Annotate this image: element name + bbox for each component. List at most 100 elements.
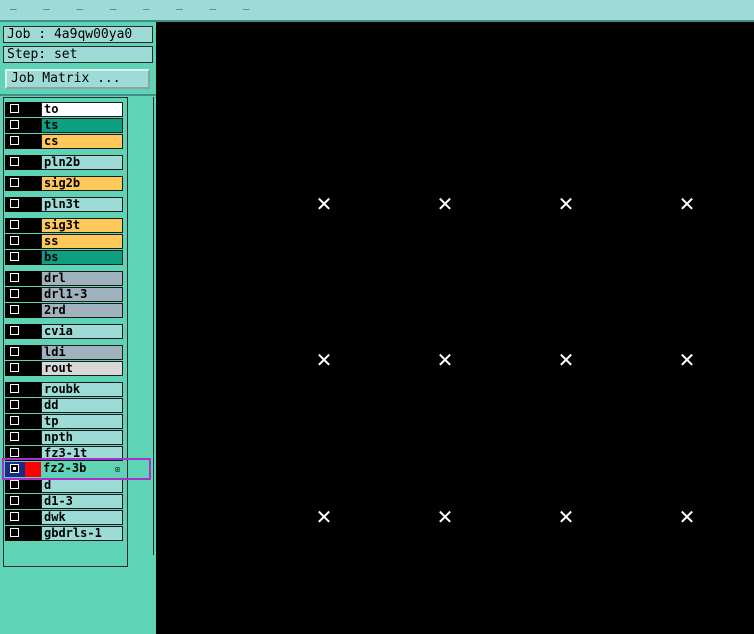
layer-visibility-checkbox[interactable] (10, 236, 19, 245)
layer-name-label[interactable]: d (41, 478, 123, 493)
layer-visibility-checkbox[interactable] (10, 199, 19, 208)
layer-name-label[interactable]: roubk (41, 382, 123, 397)
graphics-canvas[interactable]: ✕ ✕ ✕ ✕ ✕ ✕ ✕ ✕ ✕ ✕ ✕ ✕ (156, 22, 754, 634)
layer-row[interactable]: dwk (5, 510, 123, 525)
layer-row[interactable]: ldi (5, 345, 123, 360)
layer-name-label[interactable]: fz2-3b (41, 462, 123, 477)
layer-name-label[interactable]: gbdrls-1 (41, 526, 123, 541)
layer-row[interactable]: 2rd (5, 303, 123, 318)
layer-color-swatch[interactable] (25, 134, 41, 149)
layer-visibility-checkbox[interactable] (10, 157, 19, 166)
layer-name-label[interactable]: to (41, 102, 123, 117)
layer-row[interactable]: pln3t (5, 197, 123, 212)
layer-row[interactable]: cs (5, 134, 123, 149)
layer-row[interactable]: ss (5, 234, 123, 249)
layer-name-label[interactable]: 2rd (41, 303, 123, 318)
layer-row[interactable]: drl1-3 (5, 287, 123, 302)
layer-visibility-checkbox[interactable] (10, 326, 19, 335)
layer-row[interactable]: pln2b (5, 155, 123, 170)
layer-visibility-checkbox[interactable] (10, 384, 19, 393)
layer-visibility-checkbox[interactable] (10, 496, 19, 505)
layer-visibility-checkbox[interactable] (10, 252, 19, 261)
layer-row[interactable]: fz3-1t (5, 446, 123, 461)
layer-visibility-checkbox[interactable] (10, 363, 19, 372)
layer-name-label[interactable]: npth (41, 430, 123, 445)
layer-color-swatch[interactable] (25, 510, 41, 525)
layer-row[interactable]: cvia (5, 324, 123, 339)
layer-visibility-checkbox[interactable] (10, 273, 19, 282)
layer-color-swatch[interactable] (25, 102, 41, 117)
layer-visibility-checkbox[interactable] (10, 220, 19, 229)
layer-name-label[interactable]: ts (41, 118, 123, 133)
layer-row[interactable]: sig3t (5, 218, 123, 233)
layer-list-scrollbar[interactable] (128, 97, 154, 555)
layer-name-label[interactable]: ss (41, 234, 123, 249)
layer-color-swatch[interactable] (25, 382, 41, 397)
layer-row[interactable]: to (5, 102, 123, 117)
layer-visibility-checkbox[interactable] (10, 464, 19, 473)
layer-color-swatch[interactable] (25, 414, 41, 429)
layer-visibility-checkbox[interactable] (10, 104, 19, 113)
layer-row[interactable]: d1-3 (5, 494, 123, 509)
layer-name-label[interactable]: drl (41, 271, 123, 286)
layer-row[interactable]: roubk (5, 382, 123, 397)
layer-expand-icon[interactable]: ⊞ (115, 466, 120, 474)
layer-visibility-checkbox[interactable] (10, 416, 19, 425)
layer-visibility-checkbox[interactable] (10, 136, 19, 145)
layer-color-swatch[interactable] (25, 446, 41, 461)
layer-name-label[interactable]: cs (41, 134, 123, 149)
layer-row[interactable]: sig2b (5, 176, 123, 191)
layer-row[interactable]: tp (5, 414, 123, 429)
layer-name-label[interactable]: d1-3 (41, 494, 123, 509)
layer-visibility-checkbox[interactable] (10, 305, 19, 314)
layer-name-label[interactable]: cvia (41, 324, 123, 339)
layer-name-label[interactable]: pln2b (41, 155, 123, 170)
layer-name-label[interactable]: sig2b (41, 176, 123, 191)
layer-color-swatch[interactable] (25, 462, 41, 477)
layer-visibility-checkbox[interactable] (10, 120, 19, 129)
layer-color-swatch[interactable] (25, 218, 41, 233)
layer-color-swatch[interactable] (25, 287, 41, 302)
layer-row[interactable]: gbdrls-1 (5, 526, 123, 541)
layer-name-label[interactable]: rout (41, 361, 123, 376)
layer-name-label[interactable]: pln3t (41, 197, 123, 212)
layer-color-swatch[interactable] (25, 398, 41, 413)
layer-visibility-checkbox[interactable] (10, 448, 19, 457)
layer-row[interactable]: npth (5, 430, 123, 445)
layer-visibility-checkbox[interactable] (10, 432, 19, 441)
layer-row[interactable]: ts (5, 118, 123, 133)
layer-name-label[interactable]: bs (41, 250, 123, 265)
layer-name-label[interactable]: fz3-1t (41, 446, 123, 461)
layer-color-swatch[interactable] (25, 234, 41, 249)
layer-color-swatch[interactable] (25, 478, 41, 493)
layer-color-swatch[interactable] (25, 494, 41, 509)
layer-name-label[interactable]: ldi (41, 345, 123, 360)
layer-color-swatch[interactable] (25, 271, 41, 286)
layer-visibility-checkbox[interactable] (10, 528, 19, 537)
layer-color-swatch[interactable] (25, 430, 41, 445)
layer-name-label[interactable]: dwk (41, 510, 123, 525)
layer-color-swatch[interactable] (25, 176, 41, 191)
layer-name-label[interactable]: drl1-3 (41, 287, 123, 302)
layer-color-swatch[interactable] (25, 118, 41, 133)
layer-color-swatch[interactable] (25, 361, 41, 376)
layer-visibility-checkbox[interactable] (10, 347, 19, 356)
layer-visibility-checkbox[interactable] (10, 178, 19, 187)
layer-row[interactable]: drl (5, 271, 123, 286)
layer-name-label[interactable]: sig3t (41, 218, 123, 233)
layer-visibility-checkbox[interactable] (10, 512, 19, 521)
layer-name-label[interactable]: dd (41, 398, 123, 413)
layer-color-swatch[interactable] (25, 250, 41, 265)
layer-row[interactable]: d (5, 478, 123, 493)
layer-color-swatch[interactable] (25, 345, 41, 360)
layer-color-swatch[interactable] (25, 324, 41, 339)
layer-color-swatch[interactable] (25, 197, 41, 212)
layer-visibility-checkbox[interactable] (10, 480, 19, 489)
layer-name-label[interactable]: tp (41, 414, 123, 429)
layer-visibility-checkbox[interactable] (10, 289, 19, 298)
layer-row[interactable]: rout (5, 361, 123, 376)
layer-row[interactable]: fz2-3b ⊞ (5, 462, 123, 477)
layer-visibility-checkbox[interactable] (10, 400, 19, 409)
layer-color-swatch[interactable] (25, 155, 41, 170)
job-matrix-button[interactable]: Job Matrix ... (5, 69, 150, 89)
